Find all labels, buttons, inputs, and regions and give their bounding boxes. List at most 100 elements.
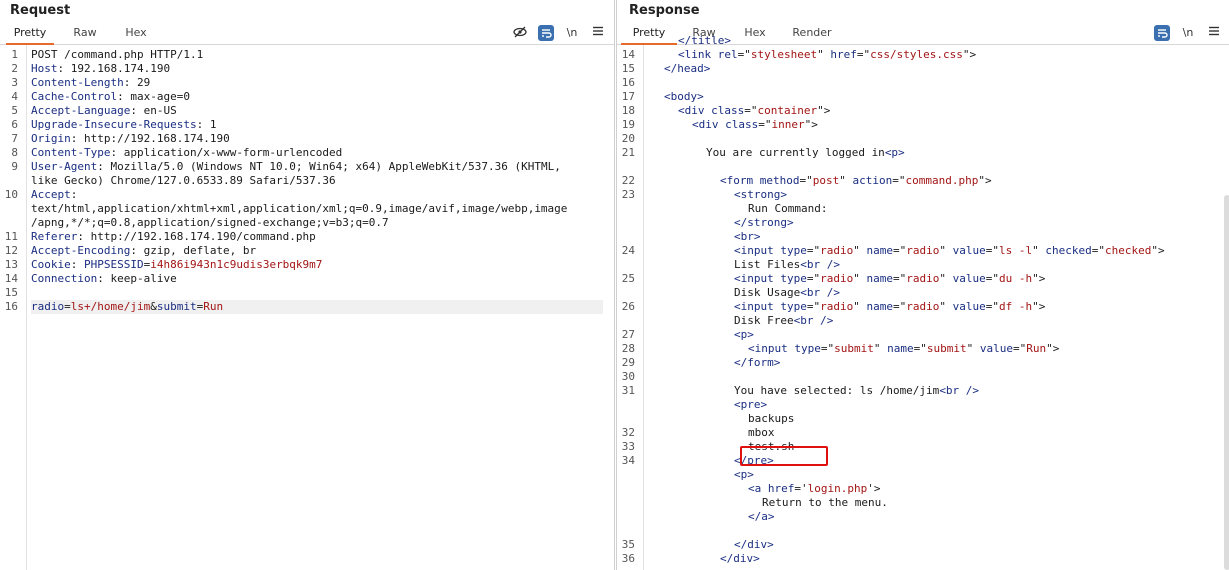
code-line: </div> <box>720 552 760 566</box>
newline-icon[interactable]: \n <box>1180 25 1196 41</box>
code-token: =" <box>985 272 999 285</box>
code-line: <br> <box>734 230 761 244</box>
line-number: 33 <box>621 440 635 453</box>
code-line: Disk Usage<br /> <box>734 286 840 300</box>
code-token: <input <box>734 300 781 313</box>
code-token: : <box>70 188 78 201</box>
code-token: " <box>939 244 953 257</box>
code-token: <input <box>734 272 781 285</box>
code-token: </form> <box>734 356 781 369</box>
code-token: Connection <box>31 272 98 285</box>
line-number: 34 <box>621 454 635 467</box>
code-token: Disk Usage <box>734 286 801 299</box>
line-number: 25 <box>621 272 635 285</box>
code-line: Accept-Language: en-US <box>31 104 177 118</box>
tab-hex[interactable]: Hex <box>733 24 777 43</box>
code-token: =" <box>985 244 999 257</box>
code-token: submit <box>156 300 197 313</box>
code-token: =" <box>806 272 821 285</box>
request-body-line: radio=ls+/home/jim&submit=Run <box>31 300 603 314</box>
code-line: User-Agent: Mozilla/5.0 (Windows NT 10.0… <box>31 160 561 174</box>
code-line: <div class="inner"> <box>692 118 818 132</box>
code-token: value <box>952 300 986 313</box>
code-token: like Gecko) Chrome/127.0.6533.89 Safari/… <box>31 174 336 187</box>
code-line: <input type="submit" name="submit" value… <box>748 342 1059 356</box>
code-token: : max-age=0 <box>117 90 190 103</box>
code-token: <br /> <box>939 384 980 397</box>
menu-icon[interactable] <box>1206 25 1222 41</box>
response-editor[interactable]: 14 15 16 17 18 19 20 21 22 23 24 25 26 27 28 29 30 31 32 33… <box>617 34 1229 570</box>
menu-icon[interactable] <box>590 25 606 41</box>
code-token: =" <box>1012 342 1027 355</box>
code-token: PHPSESSID <box>84 258 144 271</box>
code-token: =" <box>913 342 927 355</box>
code-token: type <box>780 244 807 257</box>
highlight-box <box>740 446 828 466</box>
code-line: Accept: <box>31 188 77 202</box>
code-token: User-Agent <box>31 160 98 173</box>
code-token: value <box>979 342 1013 355</box>
code-token: " <box>939 300 953 313</box>
code-line: </a> <box>748 510 775 524</box>
code-line: You have selected: ls /home/jim<br /> <box>734 384 979 398</box>
line-number: 18 <box>621 104 635 117</box>
line-number: 32 <box>621 426 635 439</box>
tab-raw[interactable]: Raw <box>62 24 108 43</box>
line-number: 29 <box>621 356 635 369</box>
code-token: i4h86i943n1c9udis3erbqk9m7 <box>150 258 323 271</box>
code-token: =" <box>1091 244 1105 257</box>
code-line: Content-Type: application/x-www-form-url… <box>31 146 342 160</box>
code-token: checked <box>1104 244 1152 257</box>
code-line: <div class="container"> <box>678 104 830 118</box>
code-token: " <box>839 174 853 187</box>
code-token: " <box>1032 244 1046 257</box>
code-token: value <box>952 272 986 285</box>
code-token: radio <box>906 300 940 313</box>
code-token: : Mozilla/5.0 (Windows NT 10.0; Win64; x… <box>97 160 561 173</box>
line-number: 28 <box>621 342 635 355</box>
code-token: " <box>817 48 831 61</box>
tab-pretty[interactable]: Pretty <box>6 24 54 45</box>
code-line: </strong> <box>734 216 794 230</box>
code-token: href <box>767 482 795 495</box>
code-token: " <box>853 272 867 285</box>
tab-hex[interactable]: Hex <box>114 24 158 43</box>
code-token: : 1 <box>196 118 217 131</box>
code-line: </form> <box>734 356 780 370</box>
code-token: Content-Type <box>31 146 111 159</box>
request-panel: Request Pretty Raw Hex \n 1 2 3 4 5 6 7 8 9 10 11 1… <box>0 0 615 570</box>
request-toolbar: \n <box>512 25 604 41</box>
code-line: Run Command: <box>748 202 827 216</box>
eye-off-icon[interactable] <box>512 25 528 41</box>
code-token: Origin <box>31 132 71 145</box>
newline-icon[interactable]: \n <box>564 25 580 41</box>
code-token: " <box>939 272 953 285</box>
code-token: </strong> <box>734 216 794 229</box>
code-token: class <box>725 118 759 131</box>
code-token: "> <box>1032 272 1046 285</box>
code-token: : keep-alive <box>97 272 177 285</box>
code-line: Host: 192.168.174.190 <box>31 62 170 76</box>
line-number: 4 <box>11 90 18 103</box>
code-line: Cache-Control: max-age=0 <box>31 90 190 104</box>
line-number: 11 <box>4 230 18 243</box>
line-number: 6 <box>11 118 18 131</box>
code-token: container <box>757 104 818 117</box>
wrap-icon[interactable] <box>538 25 554 41</box>
tab-render[interactable]: Render <box>785 24 839 43</box>
code-token: & <box>150 300 157 313</box>
code-token: login.php <box>807 482 868 495</box>
code-token: action <box>852 174 893 187</box>
code-token: =" <box>892 174 906 187</box>
wrap-icon[interactable] <box>1154 25 1170 41</box>
request-editor[interactable]: 1 2 3 4 5 6 7 8 9 10 11 12 13 14 15 16 POST /command.ph… <box>0 45 614 570</box>
response-scrollbar[interactable] <box>1224 195 1229 570</box>
code-token: Return to the menu. <box>762 496 888 509</box>
code-token: " <box>873 342 888 355</box>
tab-pretty[interactable]: Pretty <box>621 24 677 45</box>
code-token: /apng,*/*;q=0.8,application/signed-excha… <box>31 216 389 229</box>
code-token: <form <box>720 174 760 187</box>
code-token: : http://192.168.174.190/command.php <box>77 230 316 243</box>
response-panel: Response Pretty Raw Hex Render \n 14 15 16… <box>616 0 1229 570</box>
request-gutter: 1 2 3 4 5 6 7 8 9 10 11 12 13 14 15 16 <box>0 45 27 570</box>
